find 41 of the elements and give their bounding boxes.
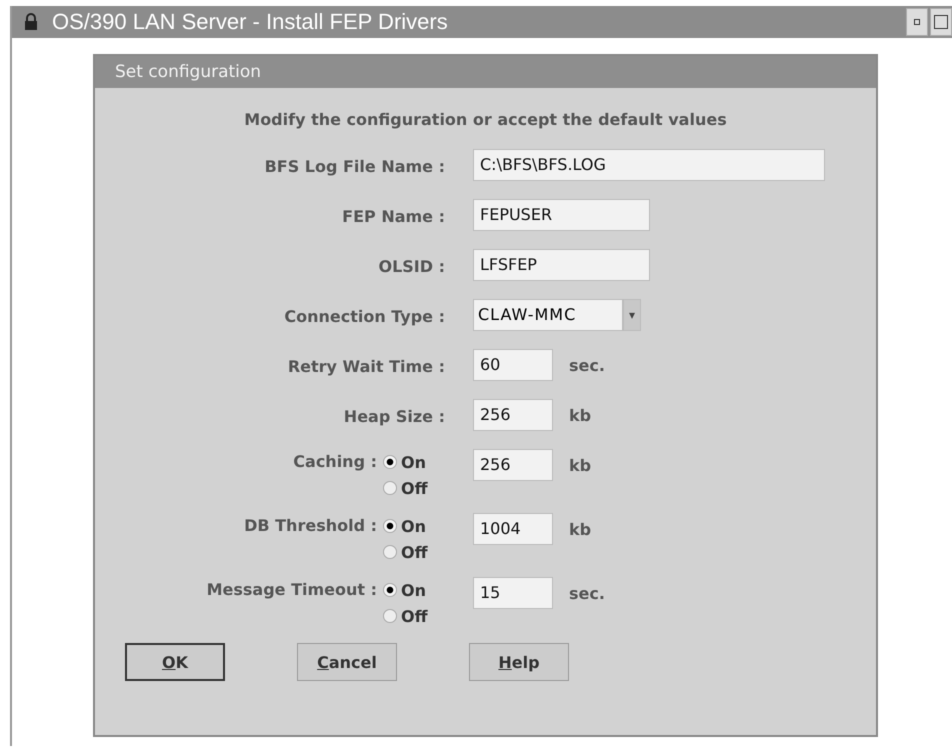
input-field[interactable]: FEPUSER xyxy=(473,199,650,231)
field-label: Retry Wait Time : xyxy=(286,356,445,376)
unit-label: kb xyxy=(569,456,592,474)
input-field[interactable]: C:\BFS\BFS.LOG xyxy=(473,149,825,181)
input-field[interactable]: 256 xyxy=(473,449,553,481)
field-label: BFS Log File Name : xyxy=(264,156,445,176)
dropdown-button[interactable]: ▾ xyxy=(623,299,641,331)
field-label: OLSID : xyxy=(377,256,445,276)
radio-button[interactable]: Off xyxy=(383,475,445,501)
input-field[interactable]: 1004 xyxy=(473,513,553,545)
input-field[interactable]: 256 xyxy=(473,399,553,431)
dialog-button[interactable]: OK xyxy=(125,643,225,681)
field-label: Heap Size : xyxy=(342,406,445,426)
field-label: Caching : xyxy=(292,451,377,471)
field-label: DB Threshold : xyxy=(243,515,377,535)
radio-button[interactable]: Off xyxy=(383,603,445,629)
unit-label: sec. xyxy=(569,584,605,602)
dialog-title: Set configuration xyxy=(115,62,262,82)
unit-label: kb xyxy=(569,406,592,424)
padlock-icon[interactable] xyxy=(24,13,38,31)
small-square-icon xyxy=(914,19,920,25)
minimize-button[interactable] xyxy=(906,8,928,36)
window-title: OS/390 LAN Server - Install FEP Drivers xyxy=(52,9,448,35)
square-icon xyxy=(934,15,948,29)
radio-button[interactable]: On xyxy=(383,449,445,475)
radio-button[interactable]: Off xyxy=(383,539,445,565)
input-field[interactable]: 15 xyxy=(473,577,553,609)
maximize-button[interactable] xyxy=(930,8,952,36)
field-label: Message Timeout : xyxy=(206,579,377,599)
dialog-button[interactable]: Cancel xyxy=(297,643,397,681)
radio-button[interactable]: On xyxy=(383,577,445,603)
dropdown-field[interactable]: CLAW-MMC xyxy=(473,299,623,331)
unit-label: sec. xyxy=(569,356,605,374)
field-label: Connection Type : xyxy=(283,306,445,326)
input-field[interactable]: LFSFEP xyxy=(473,249,650,281)
field-label: FEP Name : xyxy=(341,206,445,226)
dialog-button[interactable]: Help xyxy=(469,643,569,681)
input-field[interactable]: 60 xyxy=(473,349,553,381)
unit-label: kb xyxy=(569,520,592,538)
instruction-text: Modify the configuration or accept the default values xyxy=(243,110,728,129)
radio-button[interactable]: On xyxy=(383,513,445,539)
